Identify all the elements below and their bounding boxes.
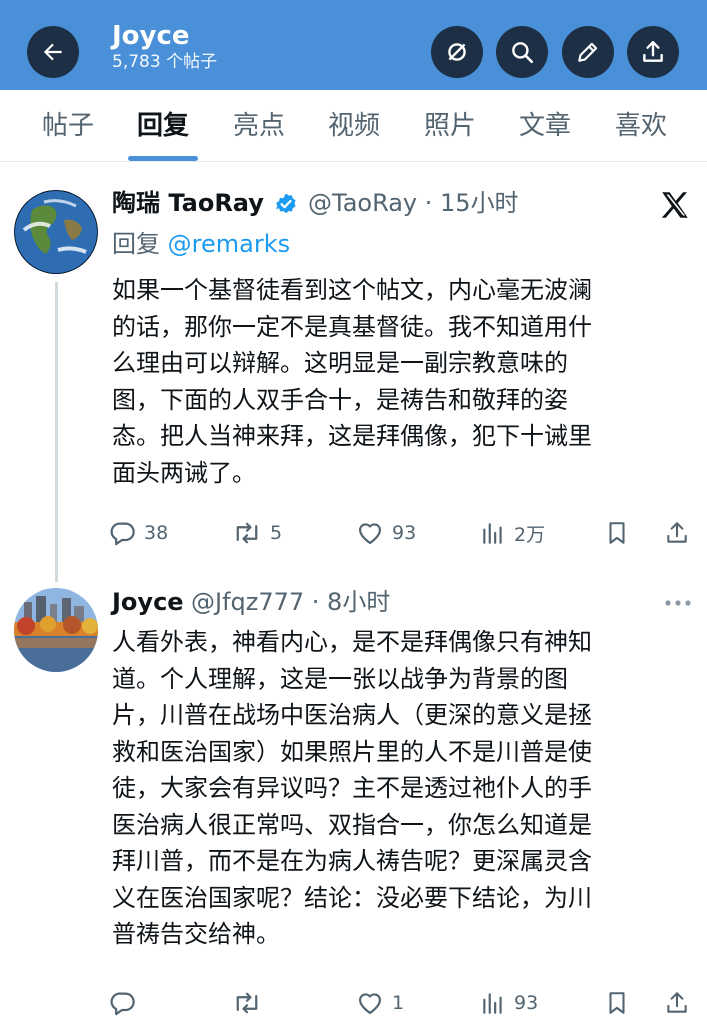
tab-highlights[interactable]: 亮点	[227, 90, 291, 162]
share-post-button[interactable]	[664, 516, 698, 550]
view-count: 2万	[514, 523, 546, 546]
post-text-line: 如果一个基督徒看到这个帖文，内心毫无波澜	[112, 276, 592, 304]
post-text-line: 拜川普，而不是在为病人祷告呢？更深属灵含	[112, 847, 592, 875]
post-text-line: 徒，大家会有异议吗？主不是透过祂仆人的手	[112, 774, 592, 802]
analytics-icon	[483, 523, 502, 544]
arrow-left-icon	[43, 43, 62, 61]
bookmark-icon	[609, 522, 625, 544]
reply-count: 38	[144, 522, 169, 544]
post-text-line: 救和医治国家）如果照片里的人不是川普是使	[112, 737, 592, 766]
post-text-line: 片，川普在战场中医治病人（更深的意义是拯	[112, 701, 592, 729]
reply-button[interactable]	[108, 986, 144, 1020]
mute-icon	[448, 43, 466, 61]
x-logo-icon[interactable]	[658, 188, 692, 222]
avatar[interactable]	[14, 588, 98, 672]
header-title: Joyce	[112, 21, 190, 51]
post-actions: 38 5 93 2万	[108, 516, 698, 550]
mute-button[interactable]	[431, 26, 483, 78]
bookmark-icon	[609, 992, 625, 1014]
reply-context: 回复 @remarks	[112, 229, 290, 259]
tab-replies[interactable]: 回复	[131, 90, 195, 162]
handle-and-time[interactable]: @TaoRay · 15小时	[308, 188, 519, 218]
repost-button[interactable]	[232, 986, 270, 1020]
post-actions: 1 93	[108, 986, 698, 1020]
bookmark-button[interactable]	[604, 516, 638, 550]
post-count: 5,783 个帖子	[112, 52, 218, 72]
reply-button[interactable]: 38	[108, 516, 168, 550]
search-button[interactable]	[496, 26, 548, 78]
tab-posts[interactable]: 帖子	[36, 90, 100, 162]
author-name[interactable]: Joyce	[112, 587, 184, 617]
post-text-line: 人看外表，神看内心，是不是拜偶像只有神知	[112, 628, 592, 656]
post-text-line: 么理由可以辩解。这明显是一副宗教意味的	[112, 349, 568, 377]
post-body: 如果一个基督徒看到这个帖文，内心毫无波澜 的话，那你一定不是真基督徒。我不知道用…	[112, 272, 682, 491]
post-text-line: 医治病人很正常吗、双指合一，你怎么知道是	[112, 810, 592, 839]
view-count: 93	[514, 992, 539, 1014]
post-text-line: 图，下面的人双手合十，是祷告和敬拜的姿	[112, 385, 568, 414]
profile-tabs: 帖子 回复 亮点 视频 照片 文章 喜欢	[0, 90, 707, 162]
heart-icon	[358, 523, 382, 545]
views-button[interactable]: 93	[480, 986, 538, 1020]
more-options-icon[interactable]	[664, 598, 692, 608]
share-icon	[643, 41, 663, 62]
post-text-line: 面头两诫了。	[112, 458, 256, 487]
like-button[interactable]: 93	[356, 516, 416, 550]
reply-mention-link[interactable]: @remarks	[168, 230, 290, 258]
reply-icon	[110, 992, 135, 1016]
tab-likes[interactable]: 喜欢	[609, 90, 673, 162]
repost-icon	[236, 992, 258, 1014]
pencil-icon	[578, 42, 598, 62]
active-tab-indicator	[128, 156, 198, 161]
like-count: 1	[392, 992, 405, 1014]
post-body: 人看外表，神看内心，是不是拜偶像只有神知 道。个人理解，这是一张以战争为背景的图…	[112, 624, 682, 953]
profile-header: Joyce 5,783 个帖子	[0, 0, 707, 90]
share-icon	[667, 992, 687, 1013]
thread-line	[55, 282, 58, 582]
tab-photos[interactable]: 照片	[418, 90, 482, 162]
earth-avatar-image	[14, 190, 98, 274]
repost-count: 5	[270, 522, 283, 544]
search-icon	[512, 42, 534, 64]
repost-icon	[236, 522, 258, 544]
heart-icon	[358, 993, 382, 1015]
share-icon	[667, 522, 687, 543]
post-text-line: 态。把人当神来拜，这是拜偶像，犯下十诫里	[112, 422, 592, 450]
tab-articles[interactable]: 文章	[513, 90, 577, 162]
tab-videos[interactable]: 视频	[322, 90, 386, 162]
analytics-icon	[483, 993, 502, 1014]
repost-button[interactable]: 5	[232, 516, 282, 550]
verified-badge-icon	[276, 193, 296, 214]
back-button[interactable]	[27, 26, 79, 78]
avatar[interactable]	[14, 190, 98, 274]
reply-icon	[110, 522, 135, 546]
bookmark-button[interactable]	[604, 986, 638, 1020]
autumn-city-avatar-image	[14, 588, 98, 672]
post-text-line: 义在医治国家呢？结论：没必要下结论，为川	[112, 883, 592, 912]
reply-prefix: 回复	[112, 230, 168, 258]
like-button[interactable]: 1	[356, 986, 404, 1020]
post-text-line: 的话，那你一定不是真基督徒。我不知道用什	[112, 312, 592, 341]
like-count: 93	[392, 522, 417, 544]
views-button[interactable]: 2万	[480, 516, 545, 550]
post-text-line: 普祷告交给神。	[112, 920, 280, 948]
share-button[interactable]	[627, 26, 679, 78]
author-name[interactable]: 陶瑞 TaoRay	[112, 188, 264, 218]
share-post-button[interactable]	[664, 986, 698, 1020]
handle-and-time[interactable]: @Jfqz777 · 8小时	[191, 587, 390, 617]
edit-button[interactable]	[562, 26, 614, 78]
post-text-line: 道。个人理解，这是一张以战争为背景的图	[112, 664, 568, 693]
